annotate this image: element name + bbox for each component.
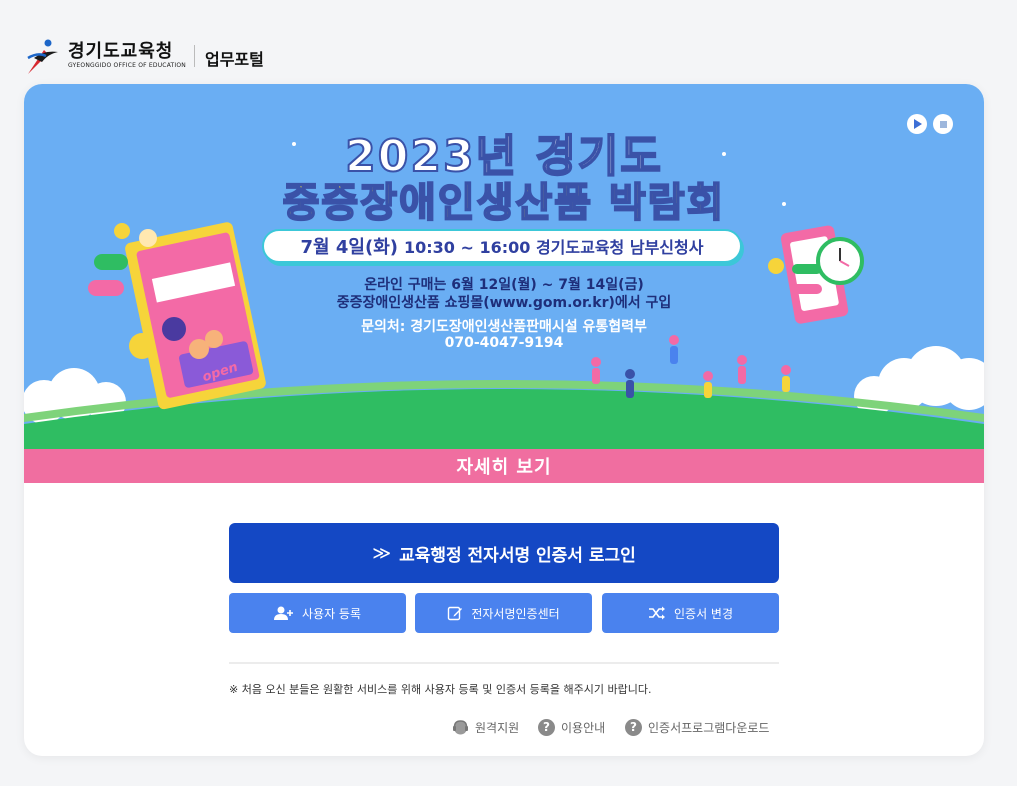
section-divider — [229, 662, 779, 664]
register-user-button[interactable]: 사용자 등록 — [229, 593, 406, 633]
cert-program-download-link[interactable]: ? 인증서프로그램다운로드 — [625, 717, 769, 737]
question-icon: ? — [625, 718, 642, 736]
slide-play-button[interactable] — [907, 114, 927, 134]
banner-info-online: 온라인 구매는 6월 12일(월) ~ 7월 14일(금) — [364, 277, 644, 293]
first-visit-notice: ※ 처음 오신 분들은 원활한 서비스를 위해 사용자 등록 및 인증서 등록을… — [229, 683, 652, 696]
banner-date-pill: 7월 4일(화) 10:30 ~ 16:00 경기도교육청 남부신청사 — [262, 229, 742, 263]
portal-title: 업무포털 — [204, 50, 264, 69]
banner-info-contact: 문의처: 경기도장애인생산품판매시설 유통협력부 — [361, 319, 647, 335]
login-card: 2023년 경기도 중증장애인생산품 박람회 7월 4일(화) 10:30 ~ … — [24, 84, 984, 756]
change-cert-button[interactable]: 인증서 변경 — [602, 593, 779, 633]
cert-center-label: 전자서명인증센터 — [471, 606, 560, 621]
banner-info-phone: 070-4047-9194 — [444, 335, 564, 351]
banner-info-shop: 중증장애인생산품 쇼핑몰(www.gom.or.kr)에서 구입 — [336, 295, 672, 311]
org-name-en: GYEONGGIDO OFFICE OF EDUCATION — [68, 62, 186, 69]
org-name: 경기도교육청 — [68, 41, 174, 62]
slide-stop-button[interactable] — [933, 114, 953, 134]
play-icon — [914, 119, 922, 129]
edit-icon — [448, 606, 463, 621]
stop-icon — [939, 120, 947, 128]
logo-icon[interactable] — [24, 36, 64, 76]
header-divider — [193, 45, 195, 67]
headset-icon — [453, 719, 468, 734]
banner-date: 7월 4일(화) — [300, 237, 398, 258]
banner-time-place: 10:30 ~ 16:00 경기도교육청 남부신청사 — [403, 238, 704, 257]
remote-support-link[interactable]: 원격지원 — [452, 717, 519, 737]
usage-guide-label: 이용안내 — [561, 720, 606, 735]
question-icon: ? — [538, 718, 555, 736]
event-banner[interactable]: 2023년 경기도 중증장애인생산품 박람회 7월 4일(화) 10:30 ~ … — [24, 84, 984, 483]
banner-detail-link[interactable]: 자세히 보기 — [24, 449, 984, 483]
register-user-label: 사용자 등록 — [301, 606, 361, 621]
shuffle-icon — [648, 606, 665, 620]
user-add-icon — [273, 606, 293, 620]
change-cert-label: 인증서 변경 — [673, 606, 733, 621]
cert-program-download-label: 인증서프로그램다운로드 — [648, 720, 770, 735]
logo-text: 경기도교육청 GYEONGGIDO OFFICE OF EDUCATION — [68, 42, 186, 70]
double-chevron-icon: ≫ — [372, 542, 392, 564]
cert-center-button[interactable]: 전자서명인증센터 — [415, 593, 592, 633]
site-header: 경기도교육청 GYEONGGIDO OFFICE OF EDUCATION 업무… — [24, 36, 264, 76]
banner-title-line2: 중증장애인생산품 박람회 — [282, 179, 726, 227]
cert-login-button[interactable]: ≫ 교육행정 전자서명 인증서 로그인 — [229, 523, 779, 583]
remote-support-label: 원격지원 — [475, 720, 520, 735]
usage-guide-link[interactable]: ? 이용안내 — [538, 717, 605, 737]
cert-login-label: 교육행정 전자서명 인증서 로그인 — [399, 545, 636, 566]
